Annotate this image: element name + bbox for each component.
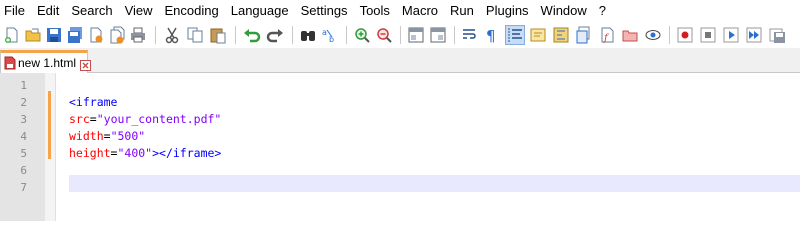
attribute-value: "500" — [110, 129, 146, 143]
toolbar-separator — [155, 26, 156, 44]
run-macro-multiple-icon[interactable] — [744, 25, 764, 45]
menu-plugins[interactable]: Plugins — [480, 0, 535, 22]
toolbar-separator — [669, 26, 670, 44]
editor-line: 2 <iframe — [0, 94, 800, 111]
toolbar-separator — [400, 26, 401, 44]
undo-icon[interactable] — [242, 25, 262, 45]
editor-line: 1 — [0, 77, 800, 94]
print-icon[interactable] — [128, 25, 148, 45]
document-list-icon[interactable] — [620, 25, 640, 45]
equals-sign: = — [89, 112, 97, 126]
replace-icon[interactable]: ab — [320, 25, 340, 45]
document-map-icon[interactable] — [551, 25, 571, 45]
copy-icon[interactable] — [185, 25, 205, 45]
menu-language[interactable]: Language — [225, 0, 295, 22]
stop-record-icon[interactable] — [698, 25, 718, 45]
editor-area[interactable]: 1 2 <iframe 3 src="your_content.pdf" 4 w… — [0, 73, 800, 221]
find-icon[interactable] — [298, 25, 318, 45]
html-attribute: width — [69, 129, 104, 143]
toolbar: ab ¶ f — [0, 22, 800, 48]
tab-new-1-html[interactable]: new 1.html — [0, 50, 92, 73]
toolbar-separator — [346, 26, 347, 44]
line-number: 1 — [20, 79, 27, 92]
menu-run[interactable]: Run — [444, 0, 480, 22]
close-icon[interactable] — [86, 25, 106, 45]
svg-text:a: a — [322, 28, 327, 37]
menu-help[interactable]: ? — [593, 0, 612, 22]
line-number: 5 — [20, 147, 27, 160]
user-language-icon[interactable] — [528, 25, 548, 45]
equals-sign: = — [103, 129, 111, 143]
sync-vertical-icon[interactable] — [406, 25, 426, 45]
html-tag: <iframe — [69, 95, 118, 109]
save-all-icon[interactable] — [65, 25, 85, 45]
editor-line: 3 src="your_content.pdf" — [0, 111, 800, 128]
open-file-icon[interactable] — [23, 25, 43, 45]
tab-label: new 1.html — [18, 56, 77, 70]
close-all-icon[interactable] — [107, 25, 127, 45]
line-number: 2 — [20, 96, 27, 109]
html-tag: ></iframe> — [152, 146, 222, 160]
close-tab-icon[interactable] — [80, 58, 92, 71]
indent-guide-icon[interactable] — [505, 25, 525, 45]
save-macro-icon[interactable] — [767, 25, 787, 45]
menu-macro[interactable]: Macro — [396, 0, 444, 22]
record-macro-icon[interactable] — [675, 25, 695, 45]
editor-line: 7 — [0, 179, 800, 196]
show-all-characters-icon[interactable]: ¶ — [482, 25, 502, 45]
cut-icon[interactable] — [162, 25, 182, 45]
code-text: src="your_content.pdf" — [69, 111, 221, 128]
menu-settings[interactable]: Settings — [295, 0, 354, 22]
save-icon[interactable] — [44, 25, 64, 45]
code-text: width="500" — [69, 128, 145, 145]
redo-icon[interactable] — [265, 25, 285, 45]
attribute-value: "400" — [117, 146, 153, 160]
function-list-icon[interactable] — [574, 25, 594, 45]
editor-line: 6 — [0, 162, 800, 179]
code-text: <iframe — [69, 94, 117, 111]
zoom-out-icon[interactable] — [374, 25, 394, 45]
tab-bar: new 1.html — [0, 48, 800, 73]
line-number: 6 — [20, 164, 27, 177]
menu-file[interactable]: File — [0, 0, 31, 22]
line-number: 4 — [20, 130, 27, 143]
line-number: 7 — [20, 181, 27, 194]
paste-icon[interactable] — [208, 25, 228, 45]
unsaved-file-icon — [3, 56, 17, 70]
menu-tools[interactable]: Tools — [354, 0, 396, 22]
sync-horizontal-icon[interactable] — [428, 25, 448, 45]
monitoring-icon[interactable] — [643, 25, 663, 45]
toolbar-separator — [454, 26, 455, 44]
folder-as-workspace-icon[interactable]: f — [597, 25, 617, 45]
menu-view[interactable]: View — [119, 0, 159, 22]
word-wrap-icon[interactable] — [460, 25, 480, 45]
menu-window[interactable]: Window — [535, 0, 593, 22]
toolbar-separator — [292, 26, 293, 44]
editor-line: 5 height="400"></iframe> — [0, 145, 800, 162]
menu-edit[interactable]: Edit — [31, 0, 65, 22]
menu-bar: File Edit Search View Encoding Language … — [0, 0, 800, 22]
line-number: 3 — [20, 113, 27, 126]
editor-line: 4 width="500" — [0, 128, 800, 145]
play-macro-icon[interactable] — [721, 25, 741, 45]
attribute-value: "your_content.pdf" — [96, 112, 222, 126]
html-attribute: height — [69, 146, 111, 160]
menu-search[interactable]: Search — [65, 0, 118, 22]
toolbar-separator — [235, 26, 236, 44]
menu-encoding[interactable]: Encoding — [159, 0, 225, 22]
new-file-icon[interactable] — [2, 25, 22, 45]
zoom-in-icon[interactable] — [352, 25, 372, 45]
html-attribute: src — [69, 112, 90, 126]
svg-text:¶: ¶ — [486, 27, 496, 44]
code-text: height="400"></iframe> — [69, 145, 221, 162]
